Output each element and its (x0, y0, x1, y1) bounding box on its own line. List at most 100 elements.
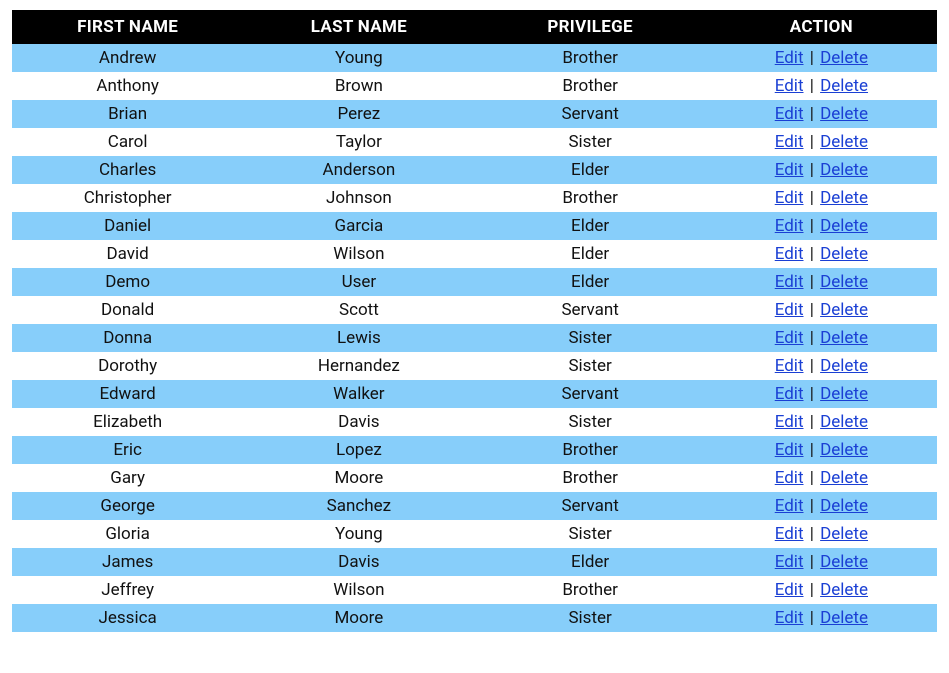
cell-last-name: Walker (243, 380, 474, 408)
edit-link[interactable]: Edit (775, 412, 804, 432)
cell-action: Edit | Delete (706, 352, 937, 380)
cell-action: Edit | Delete (706, 44, 937, 72)
delete-link[interactable]: Delete (820, 440, 868, 460)
cell-last-name: Johnson (243, 184, 474, 212)
cell-privilege: Servant (475, 100, 706, 128)
cell-first-name: Christopher (12, 184, 243, 212)
edit-link[interactable]: Edit (775, 496, 804, 516)
delete-link[interactable]: Delete (820, 384, 868, 404)
cell-action: Edit | Delete (706, 604, 937, 632)
cell-first-name: Donald (12, 296, 243, 324)
delete-link[interactable]: Delete (820, 244, 868, 264)
cell-last-name: Taylor (243, 128, 474, 156)
action-separator: | (804, 580, 821, 600)
edit-link[interactable]: Edit (775, 272, 804, 292)
cell-last-name: Lewis (243, 324, 474, 352)
edit-link[interactable]: Edit (775, 524, 804, 544)
cell-first-name: Brian (12, 100, 243, 128)
edit-link[interactable]: Edit (775, 328, 804, 348)
action-separator: | (804, 412, 821, 432)
delete-link[interactable]: Delete (820, 104, 868, 124)
delete-link[interactable]: Delete (820, 552, 868, 572)
delete-link[interactable]: Delete (820, 48, 868, 68)
delete-link[interactable]: Delete (820, 328, 868, 348)
table-row: CarolTaylorSisterEdit | Delete (12, 128, 937, 156)
cell-first-name: James (12, 548, 243, 576)
table-row: JeffreyWilsonBrotherEdit | Delete (12, 576, 937, 604)
cell-first-name: Demo (12, 268, 243, 296)
cell-privilege: Sister (475, 352, 706, 380)
table-row: DemoUserElderEdit | Delete (12, 268, 937, 296)
action-separator: | (804, 524, 821, 544)
edit-link[interactable]: Edit (775, 76, 804, 96)
edit-link[interactable]: Edit (775, 132, 804, 152)
delete-link[interactable]: Delete (820, 468, 868, 488)
table-row: ChristopherJohnsonBrotherEdit | Delete (12, 184, 937, 212)
action-separator: | (804, 216, 821, 236)
cell-last-name: Scott (243, 296, 474, 324)
action-separator: | (804, 552, 821, 572)
cell-privilege: Servant (475, 492, 706, 520)
table-row: AndrewYoungBrotherEdit | Delete (12, 44, 937, 72)
action-separator: | (804, 496, 821, 516)
edit-link[interactable]: Edit (775, 580, 804, 600)
table-row: DorothyHernandezSisterEdit | Delete (12, 352, 937, 380)
cell-first-name: Charles (12, 156, 243, 184)
table-row: DanielGarciaElderEdit | Delete (12, 212, 937, 240)
table-row: DavidWilsonElderEdit | Delete (12, 240, 937, 268)
cell-action: Edit | Delete (706, 408, 937, 436)
edit-link[interactable]: Edit (775, 104, 804, 124)
cell-privilege: Elder (475, 548, 706, 576)
cell-last-name: Young (243, 520, 474, 548)
cell-action: Edit | Delete (706, 576, 937, 604)
edit-link[interactable]: Edit (775, 244, 804, 264)
cell-action: Edit | Delete (706, 240, 937, 268)
edit-link[interactable]: Edit (775, 300, 804, 320)
action-separator: | (804, 300, 821, 320)
delete-link[interactable]: Delete (820, 524, 868, 544)
delete-link[interactable]: Delete (820, 300, 868, 320)
delete-link[interactable]: Delete (820, 132, 868, 152)
cell-action: Edit | Delete (706, 464, 937, 492)
edit-link[interactable]: Edit (775, 468, 804, 488)
delete-link[interactable]: Delete (820, 76, 868, 96)
action-separator: | (804, 244, 821, 264)
cell-privilege: Elder (475, 240, 706, 268)
edit-link[interactable]: Edit (775, 188, 804, 208)
cell-first-name: Gloria (12, 520, 243, 548)
cell-privilege: Servant (475, 380, 706, 408)
cell-last-name: User (243, 268, 474, 296)
delete-link[interactable]: Delete (820, 580, 868, 600)
delete-link[interactable]: Delete (820, 496, 868, 516)
edit-link[interactable]: Edit (775, 384, 804, 404)
delete-link[interactable]: Delete (820, 272, 868, 292)
delete-link[interactable]: Delete (820, 356, 868, 376)
action-separator: | (804, 328, 821, 348)
delete-link[interactable]: Delete (820, 160, 868, 180)
cell-first-name: Anthony (12, 72, 243, 100)
edit-link[interactable]: Edit (775, 216, 804, 236)
edit-link[interactable]: Edit (775, 552, 804, 572)
delete-link[interactable]: Delete (820, 608, 868, 628)
table-row: AnthonyBrownBrotherEdit | Delete (12, 72, 937, 100)
delete-link[interactable]: Delete (820, 188, 868, 208)
cell-first-name: Dorothy (12, 352, 243, 380)
edit-link[interactable]: Edit (775, 440, 804, 460)
cell-last-name: Moore (243, 604, 474, 632)
table-row: GeorgeSanchezServantEdit | Delete (12, 492, 937, 520)
cell-first-name: Donna (12, 324, 243, 352)
table-header-row: FIRST NAME LAST NAME PRIVILEGE ACTION (12, 10, 937, 44)
cell-privilege: Brother (475, 436, 706, 464)
delete-link[interactable]: Delete (820, 216, 868, 236)
edit-link[interactable]: Edit (775, 608, 804, 628)
edit-link[interactable]: Edit (775, 160, 804, 180)
cell-action: Edit | Delete (706, 212, 937, 240)
action-separator: | (804, 132, 821, 152)
cell-last-name: Hernandez (243, 352, 474, 380)
edit-link[interactable]: Edit (775, 356, 804, 376)
delete-link[interactable]: Delete (820, 412, 868, 432)
edit-link[interactable]: Edit (775, 48, 804, 68)
action-separator: | (804, 608, 821, 628)
table-body: AndrewYoungBrotherEdit | DeleteAnthonyBr… (12, 44, 937, 632)
cell-privilege: Sister (475, 520, 706, 548)
